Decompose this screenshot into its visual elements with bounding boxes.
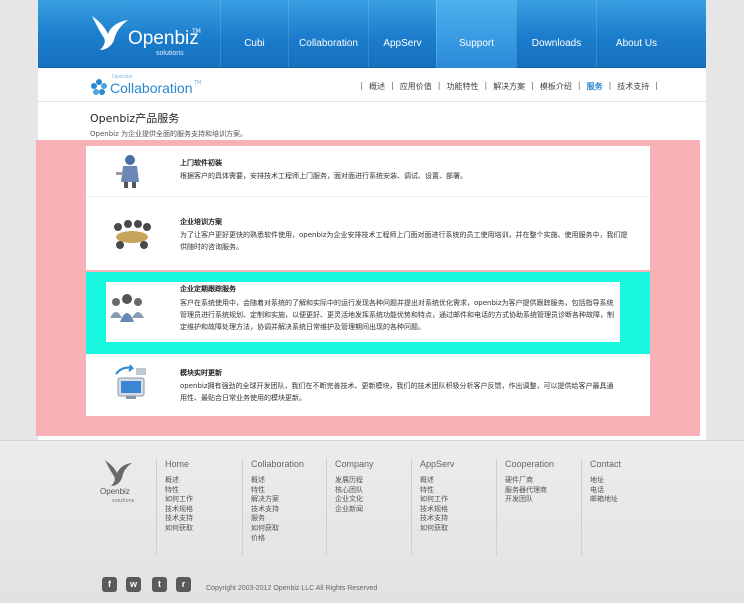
nav-downloads[interactable]: Downloads [516, 0, 596, 68]
footer-link[interactable]: 如何获取 [165, 524, 236, 534]
meeting-table-icon [114, 220, 151, 249]
footer-link[interactable]: 企业新闻 [335, 505, 406, 515]
subnav-support[interactable]: 技术支持 [617, 81, 649, 92]
service-description: 为了让客户更好更快的熟悉软件使用，openbiz为企业安排技术工程师上门面对面进… [180, 231, 628, 251]
footer-link[interactable]: 硬件厂商 [505, 476, 576, 486]
top-navigation-bar: Openbiz TM solutions Cubi Collaboration … [38, 0, 706, 68]
brand-name: Openbiz [128, 28, 199, 49]
footer-link[interactable]: 核心团队 [335, 486, 406, 496]
collaboration-trademark: TM [194, 80, 202, 86]
subnav-templates[interactable]: 模板介绍 [540, 81, 572, 92]
collaboration-brand: Collaboration [110, 80, 193, 96]
subnav-service[interactable]: 服务 [587, 81, 603, 92]
twitter-icon[interactable]: t [152, 577, 167, 592]
footer-link[interactable]: 价格 [251, 534, 322, 544]
collaboration-logo[interactable]: Openbiz Collaboration TM [90, 74, 202, 98]
service-item: 模块实时更新 openbiz拥有强劲的全球开发团队，我们在不断完善技术、更新模块… [86, 354, 650, 416]
team-group-icon [110, 294, 144, 322]
footer-link[interactable]: 技术规格 [420, 505, 491, 515]
brand-subtitle: solutions [156, 50, 184, 57]
nav-collaboration[interactable]: Collaboration [288, 0, 368, 68]
footer-column-title: Contact [590, 459, 622, 469]
page-title: Openbiz产品服务 [90, 112, 180, 125]
service-title: 企业定期跟踪服务 [180, 285, 236, 293]
bird-logo-icon [92, 16, 128, 50]
footer-link[interactable]: 发展历程 [335, 476, 406, 486]
footer-logo[interactable]: Openbiz solutions [100, 457, 144, 509]
footer-link[interactable]: 特性 [251, 486, 322, 496]
footer-column-contact: Contact 地址 电话 邮箱地址 [581, 459, 661, 555]
footer-link[interactable]: 如何获取 [420, 524, 491, 534]
nav-cubi[interactable]: Cubi [220, 0, 288, 68]
service-description: 根据客户的具体需要，安排技术工程师上门服务，面对面进行系统安装、调试、设置、部署… [180, 172, 467, 180]
footer-link[interactable]: 特性 [165, 486, 236, 496]
service-title: 企业培训方案 [180, 218, 222, 226]
copyright: Copyright 2003-2012 Openbiz LLC All Righ… [206, 585, 378, 592]
footer-link[interactable]: 服务器代理商 [505, 486, 576, 496]
product-subnav: | 概述 | 应用价值 | 功能特性 | 解决方案 | 模板介绍 | 服务 | … [360, 81, 658, 92]
footer-column-title: Collaboration [251, 459, 305, 469]
footer-link[interactable]: 服务 [251, 514, 322, 524]
nav-support[interactable]: Support [436, 0, 516, 68]
subnav-overview[interactable]: 概述 [369, 81, 385, 92]
footer-link[interactable]: 技术支持 [420, 514, 491, 524]
footer-link[interactable]: 如何获取 [251, 524, 322, 534]
service-description: openbiz拥有强劲的全球开发团队，我们在不断完善技术、更新模块，我们的技术团… [180, 382, 614, 402]
footer-link[interactable]: 概述 [251, 476, 322, 486]
footer-column-appserv: AppServ 概述 特性 如何工作 技术规格 技术支持 如何获取 [411, 459, 491, 555]
service-title: 模块实时更新 [180, 369, 222, 377]
installer-person-icon [116, 155, 139, 188]
subnav-value[interactable]: 应用价值 [400, 81, 432, 92]
footer-link[interactable]: 特性 [420, 486, 491, 496]
footer-link[interactable]: 电话 [590, 486, 661, 496]
openbiz-logo[interactable]: Openbiz TM solutions [90, 12, 202, 58]
product-subnav-bar: Openbiz Collaboration TM | 概述 | 应用价值 | 功… [38, 68, 706, 102]
subnav-solutions[interactable]: 解决方案 [493, 81, 525, 92]
footer-link[interactable]: 解决方案 [251, 495, 322, 505]
footer-link[interactable]: 企业文化 [335, 495, 406, 505]
page-subtitle: Openbiz 为企业提供全面的服务支持和培训方案。 [90, 130, 247, 138]
footer-column-company: Company 发展历程 核心团队 企业文化 企业新闻 [326, 459, 406, 555]
footer-link[interactable]: 如何工作 [420, 495, 491, 505]
main-nav: Cubi Collaboration AppServ Support Downl… [220, 0, 676, 68]
service-description: 客户在系统使用中，会随着对系统的了解和实际中的运行发现各种问题并提出对系统优化需… [180, 299, 614, 331]
brand-trademark: TM [192, 28, 201, 35]
nav-appserv[interactable]: AppServ [368, 0, 436, 68]
footer-column-title: Company [335, 459, 374, 469]
service-item-highlighted: 企业定期跟踪服务 客户在系统使用中，会随着对系统的了解和实际中的运行发现各种问题… [86, 272, 650, 354]
nav-about-us[interactable]: About Us [596, 0, 676, 68]
footer-link[interactable]: 邮箱地址 [590, 495, 661, 505]
footer-brand: Openbiz [100, 487, 130, 496]
footer-column-title: Cooperation [505, 459, 555, 469]
footer-brand-subtitle: solutions [112, 498, 135, 504]
footer-link[interactable]: 技术支持 [251, 505, 322, 515]
page-margin-left [0, 0, 38, 440]
footer-link[interactable]: 开发团队 [505, 495, 576, 505]
flower-logo-icon [91, 79, 107, 95]
service-title: 上门软件初装 [180, 159, 222, 167]
footer-column-home: Home 概述 特性 如何工作 技术规格 技术支持 如何获取 [156, 459, 236, 555]
footer-column-title: Home [165, 459, 190, 469]
footer-column-title: AppServ [420, 459, 455, 469]
bird-logo-icon [105, 460, 132, 486]
facebook-icon[interactable]: f [102, 577, 117, 592]
computer-update-icon [115, 364, 146, 399]
service-item: 企业培训方案 为了让客户更好更快的熟悉软件使用，openbiz为企业安排技术工程… [86, 196, 650, 270]
footer-link[interactable]: 技术支持 [165, 514, 236, 524]
footer-link[interactable]: 概述 [420, 476, 491, 486]
footer-link[interactable]: 概述 [165, 476, 236, 486]
rss-icon[interactable]: r [176, 577, 191, 592]
weibo-icon[interactable]: w [126, 577, 141, 592]
footer-link[interactable]: 技术规格 [165, 505, 236, 515]
page-margin-right [706, 0, 744, 440]
service-item: 上门软件初装 根据客户的具体需要，安排技术工程师上门服务，面对面进行系统安装、调… [86, 146, 650, 196]
footer-column-cooperation: Cooperation 硬件厂商 服务器代理商 开发团队 [496, 459, 576, 555]
footer-link[interactable]: 如何工作 [165, 495, 236, 505]
footer-link[interactable]: 地址 [590, 476, 661, 486]
footer-column-collaboration: Collaboration 概述 特性 解决方案 技术支持 服务 如何获取 价格 [242, 459, 322, 555]
subnav-features[interactable]: 功能特性 [446, 81, 478, 92]
site-footer: Openbiz solutions Home 概述 特性 如何工作 技术规格 技… [0, 440, 744, 603]
